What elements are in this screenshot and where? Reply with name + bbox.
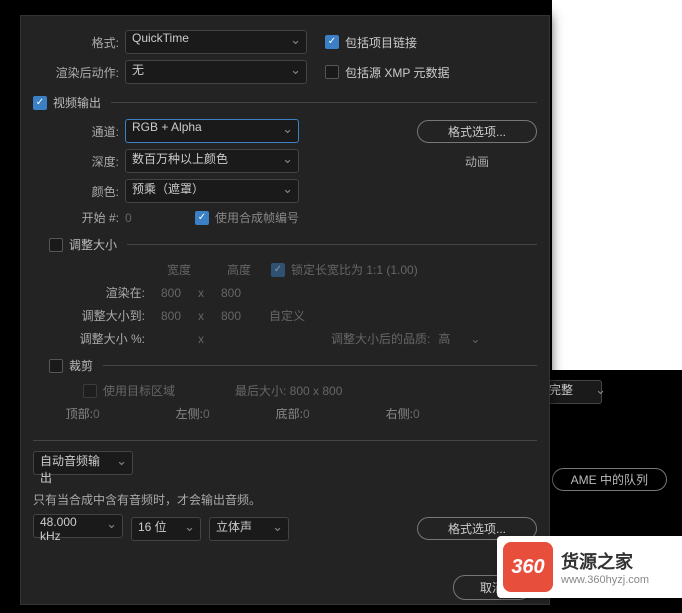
audio-channels-select[interactable]: 立体声 (209, 517, 289, 541)
crop-checkbox[interactable] (49, 359, 63, 373)
include-link-label: 包括项目链接 (345, 34, 417, 51)
watermark: 360 货源之家 www.360hyzj.com (497, 536, 682, 598)
watermark-url: www.360hyzj.com (561, 574, 649, 586)
crop-bottom-label: 底部: (233, 405, 303, 422)
resize-width: 800 (151, 309, 191, 323)
include-link-checkbox[interactable] (325, 35, 339, 49)
color-label: 颜色: (33, 183, 125, 200)
start-num-label: 开始 #: (33, 209, 125, 226)
height-header: 高度 (219, 261, 259, 278)
render-height: 800 (211, 286, 251, 300)
include-xmp-label: 包括源 XMP 元数据 (345, 64, 449, 81)
crop-label: 裁剪 (69, 357, 93, 374)
watermark-title: 货源之家 (561, 548, 649, 574)
resize-height: 800 (211, 309, 251, 323)
include-xmp-checkbox[interactable] (325, 65, 339, 79)
crop-bottom-value: 0 (303, 407, 333, 421)
crop-top-value: 0 (93, 407, 123, 421)
watermark-badge: 360 (503, 542, 553, 592)
resize-quality-label: 调整大小后的品质: (331, 330, 430, 347)
render-width: 800 (151, 286, 191, 300)
color-select[interactable]: 预乘（遮罩） (125, 179, 299, 203)
crop-left-label: 左侧: (123, 405, 203, 422)
audio-note: 只有当合成中含有音频时，才会输出音频。 (33, 491, 261, 508)
depth-select[interactable]: 数百万种以上颜色 (125, 149, 299, 173)
lock-aspect-label: 锁定长宽比为 1:1 (1.00) (291, 261, 418, 278)
resize-pct-label: 调整大小 %: (33, 330, 151, 347)
final-size-label: 最后大小: 800 x 800 (235, 382, 342, 399)
use-target-area-label: 使用目标区域 (103, 382, 175, 399)
output-module-dialog: 格式: QuickTime 包括项目链接 渲染后动作: 无 包括源 XMP 元数… (20, 15, 550, 605)
channel-label: 通道: (33, 123, 125, 140)
lock-aspect-checkbox (271, 263, 285, 277)
resize-quality-value: 高 (438, 330, 450, 347)
anim-label: 动画 (417, 153, 537, 170)
video-output-label: 视频输出 (53, 94, 101, 111)
width-header: 宽度 (159, 261, 199, 278)
use-target-area-checkbox (83, 384, 97, 398)
render-action-label: 渲染后动作: (33, 64, 125, 81)
crop-right-label: 右侧: (333, 405, 413, 422)
resize-to-label: 调整大小到: (33, 307, 151, 324)
x-sep-1: x (191, 286, 211, 300)
render-at-label: 渲染在: (33, 284, 151, 301)
preview-area (552, 0, 682, 370)
video-output-checkbox[interactable] (33, 96, 47, 110)
crop-right-value: 0 (413, 407, 443, 421)
depth-label: 深度: (33, 153, 125, 170)
crop-top-label: 顶部: (33, 405, 93, 422)
use-comp-frame-checkbox[interactable] (195, 211, 209, 225)
x-sep-3: x (191, 332, 211, 346)
render-action-select[interactable]: 无 (125, 60, 307, 84)
crop-left-value: 0 (203, 407, 233, 421)
ame-queue-button[interactable]: AME 中的队列 (552, 468, 667, 491)
audio-rate-select[interactable]: 48.000 kHz (33, 514, 123, 538)
custom-preset: 自定义 (269, 307, 305, 324)
start-num-value: 0 (125, 211, 155, 225)
resize-label: 调整大小 (69, 236, 117, 253)
resize-checkbox[interactable] (49, 238, 63, 252)
use-comp-frame-label: 使用合成帧编号 (215, 209, 299, 226)
format-select[interactable]: QuickTime (125, 30, 307, 54)
format-label: 格式: (33, 34, 125, 51)
channel-select[interactable]: RGB + Alpha (125, 119, 299, 143)
bg-full-select[interactable]: 完整 (542, 380, 602, 404)
video-format-options-button[interactable]: 格式选项... (417, 120, 537, 143)
x-sep-2: x (191, 309, 211, 323)
audio-bit-select[interactable]: 16 位 (131, 517, 201, 541)
audio-mode-select[interactable]: 自动音频输出 (33, 451, 133, 475)
